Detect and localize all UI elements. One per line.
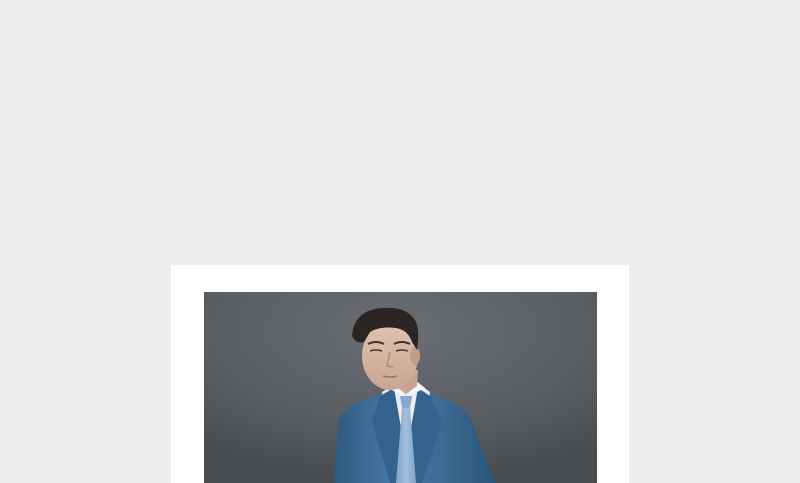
photo-illustration xyxy=(204,292,597,483)
photo-card xyxy=(171,265,629,483)
fashion-photo xyxy=(204,292,597,483)
ear xyxy=(410,347,420,365)
tie-knot xyxy=(400,396,412,408)
